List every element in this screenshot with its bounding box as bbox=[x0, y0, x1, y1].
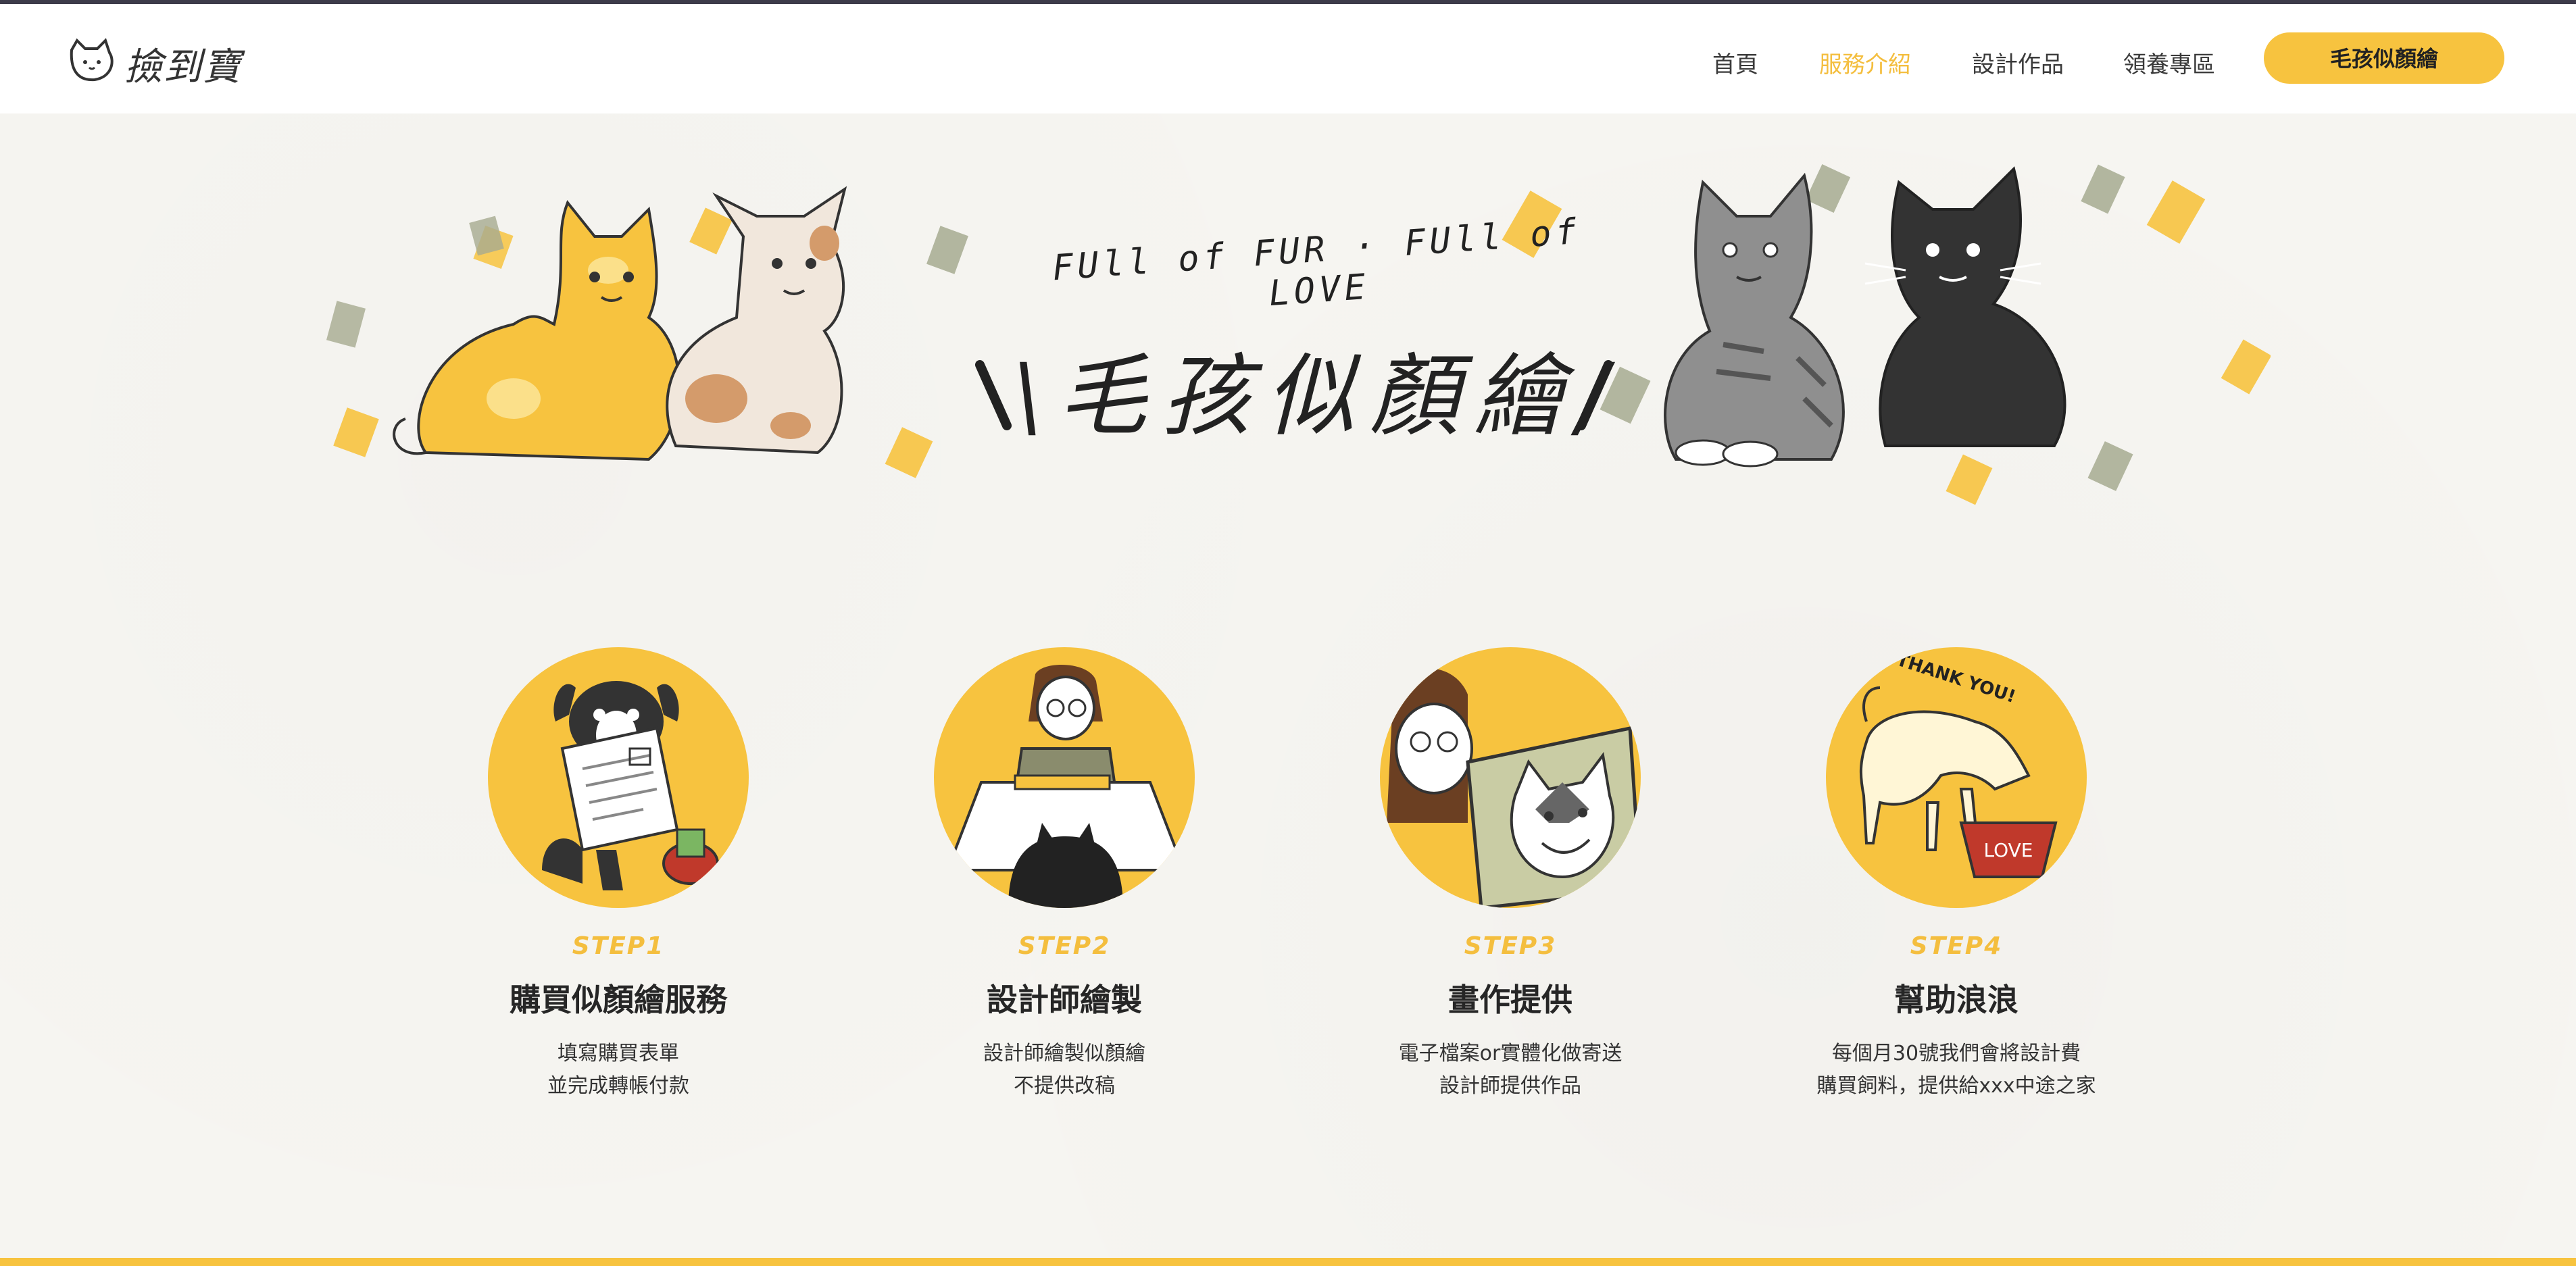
step-title: 設計師繪製 bbox=[987, 982, 1142, 1018]
step-description-line: 購買飼料，提供給xxx中途之家 bbox=[1816, 1074, 2096, 1098]
step-description-line: 填寫購買表單 bbox=[558, 1042, 679, 1065]
framed-dog-portrait-icon bbox=[1387, 668, 1641, 908]
grey-tabby-cat-illustration bbox=[1664, 172, 1845, 467]
yellow-cat-illustration bbox=[393, 200, 680, 461]
footer-accent-line bbox=[0, 1258, 2576, 1266]
step-description-line: 設計師繪製似顏繪 bbox=[983, 1042, 1145, 1065]
pet-portrait-cta-button[interactable]: 毛孩似顏繪 bbox=[2264, 32, 2504, 84]
love-bowl-text: LOVE bbox=[1984, 839, 2033, 861]
step-description-line: 電子檔案or實體化做寄送 bbox=[1398, 1042, 1623, 1065]
nav-services[interactable]: 服務介紹 bbox=[1819, 46, 1911, 79]
cat-logo-icon bbox=[70, 38, 114, 82]
step-card-2: STEP2 設計師繪製 設計師繪製似顏繪 不提供改稿 bbox=[841, 642, 1287, 1128]
thank-you-text: THANK YOU! bbox=[1894, 650, 2018, 707]
hero-banner: FUll of FUR · FUll of LOVE \毛孩似顏繪/ bbox=[311, 142, 2271, 520]
step4-illustration: THANK YOU! LOVE bbox=[1826, 647, 2087, 908]
designer-drawing-icon bbox=[945, 665, 1186, 908]
step1-illustration bbox=[488, 647, 749, 908]
step-number: STEP2 bbox=[1018, 932, 1111, 960]
step3-illustration bbox=[1380, 647, 1641, 908]
dog-eating-food-icon: THANK YOU! LOVE bbox=[1859, 650, 2058, 878]
step-number: STEP3 bbox=[1464, 932, 1557, 960]
step-number: STEP1 bbox=[572, 932, 665, 960]
black-cat-illustration bbox=[1864, 166, 2066, 447]
step-description: 填寫購買表單 並完成轉帳付款 bbox=[395, 1038, 841, 1103]
step-description-line: 設計師提供作品 bbox=[1439, 1074, 1581, 1098]
step-card-4: THANK YOU! LOVE STEP4 幫助浪浪 每個月30號我們會將設計費… bbox=[1733, 642, 2179, 1128]
step-description-line: 每個月30號我們會將設計費 bbox=[1831, 1042, 2081, 1065]
step-description-line: 並完成轉帳付款 bbox=[547, 1074, 689, 1098]
step-title: 購買似顏繪服務 bbox=[510, 982, 727, 1018]
site-header: 撿到寶 首頁 服務介紹 設計作品 領養專區 毛孩似顏繪 bbox=[0, 4, 2576, 113]
site-logo[interactable]: 撿到寶 bbox=[68, 32, 243, 93]
step-title: 幫助浪浪 bbox=[1894, 982, 2018, 1018]
logo-text: 撿到寶 bbox=[124, 45, 242, 89]
calico-cat-illustration bbox=[666, 186, 847, 455]
step-card-1: STEP1 購買似顏繪服務 填寫購買表單 並完成轉帳付款 bbox=[395, 642, 841, 1128]
service-steps: STEP1 購買似顏繪服務 填寫購買表單 並完成轉帳付款 STEP2 設計師繪製… bbox=[0, 642, 2576, 1128]
hero-title: \毛孩似顏繪/ bbox=[1012, 345, 1623, 449]
step-title: 畫作提供 bbox=[1448, 982, 1572, 1018]
step-description: 電子檔案or實體化做寄送 設計師提供作品 bbox=[1287, 1038, 1733, 1103]
step-description: 每個月30號我們會將設計費 購買飼料，提供給xxx中途之家 bbox=[1733, 1038, 2179, 1103]
step2-illustration bbox=[934, 647, 1195, 908]
nav-adoption[interactable]: 領養專區 bbox=[2123, 46, 2215, 79]
step-number: STEP4 bbox=[1910, 932, 2003, 960]
step-description: 設計師繪製似顏繪 不提供改稿 bbox=[841, 1038, 1287, 1103]
dog-with-form-icon bbox=[542, 681, 719, 890]
nav-works[interactable]: 設計作品 bbox=[1972, 46, 2064, 79]
step-description-line: 不提供改稿 bbox=[1014, 1074, 1115, 1098]
nav-home[interactable]: 首頁 bbox=[1712, 46, 1758, 79]
step-card-3: STEP3 畫作提供 電子檔案or實體化做寄送 設計師提供作品 bbox=[1287, 642, 1733, 1128]
